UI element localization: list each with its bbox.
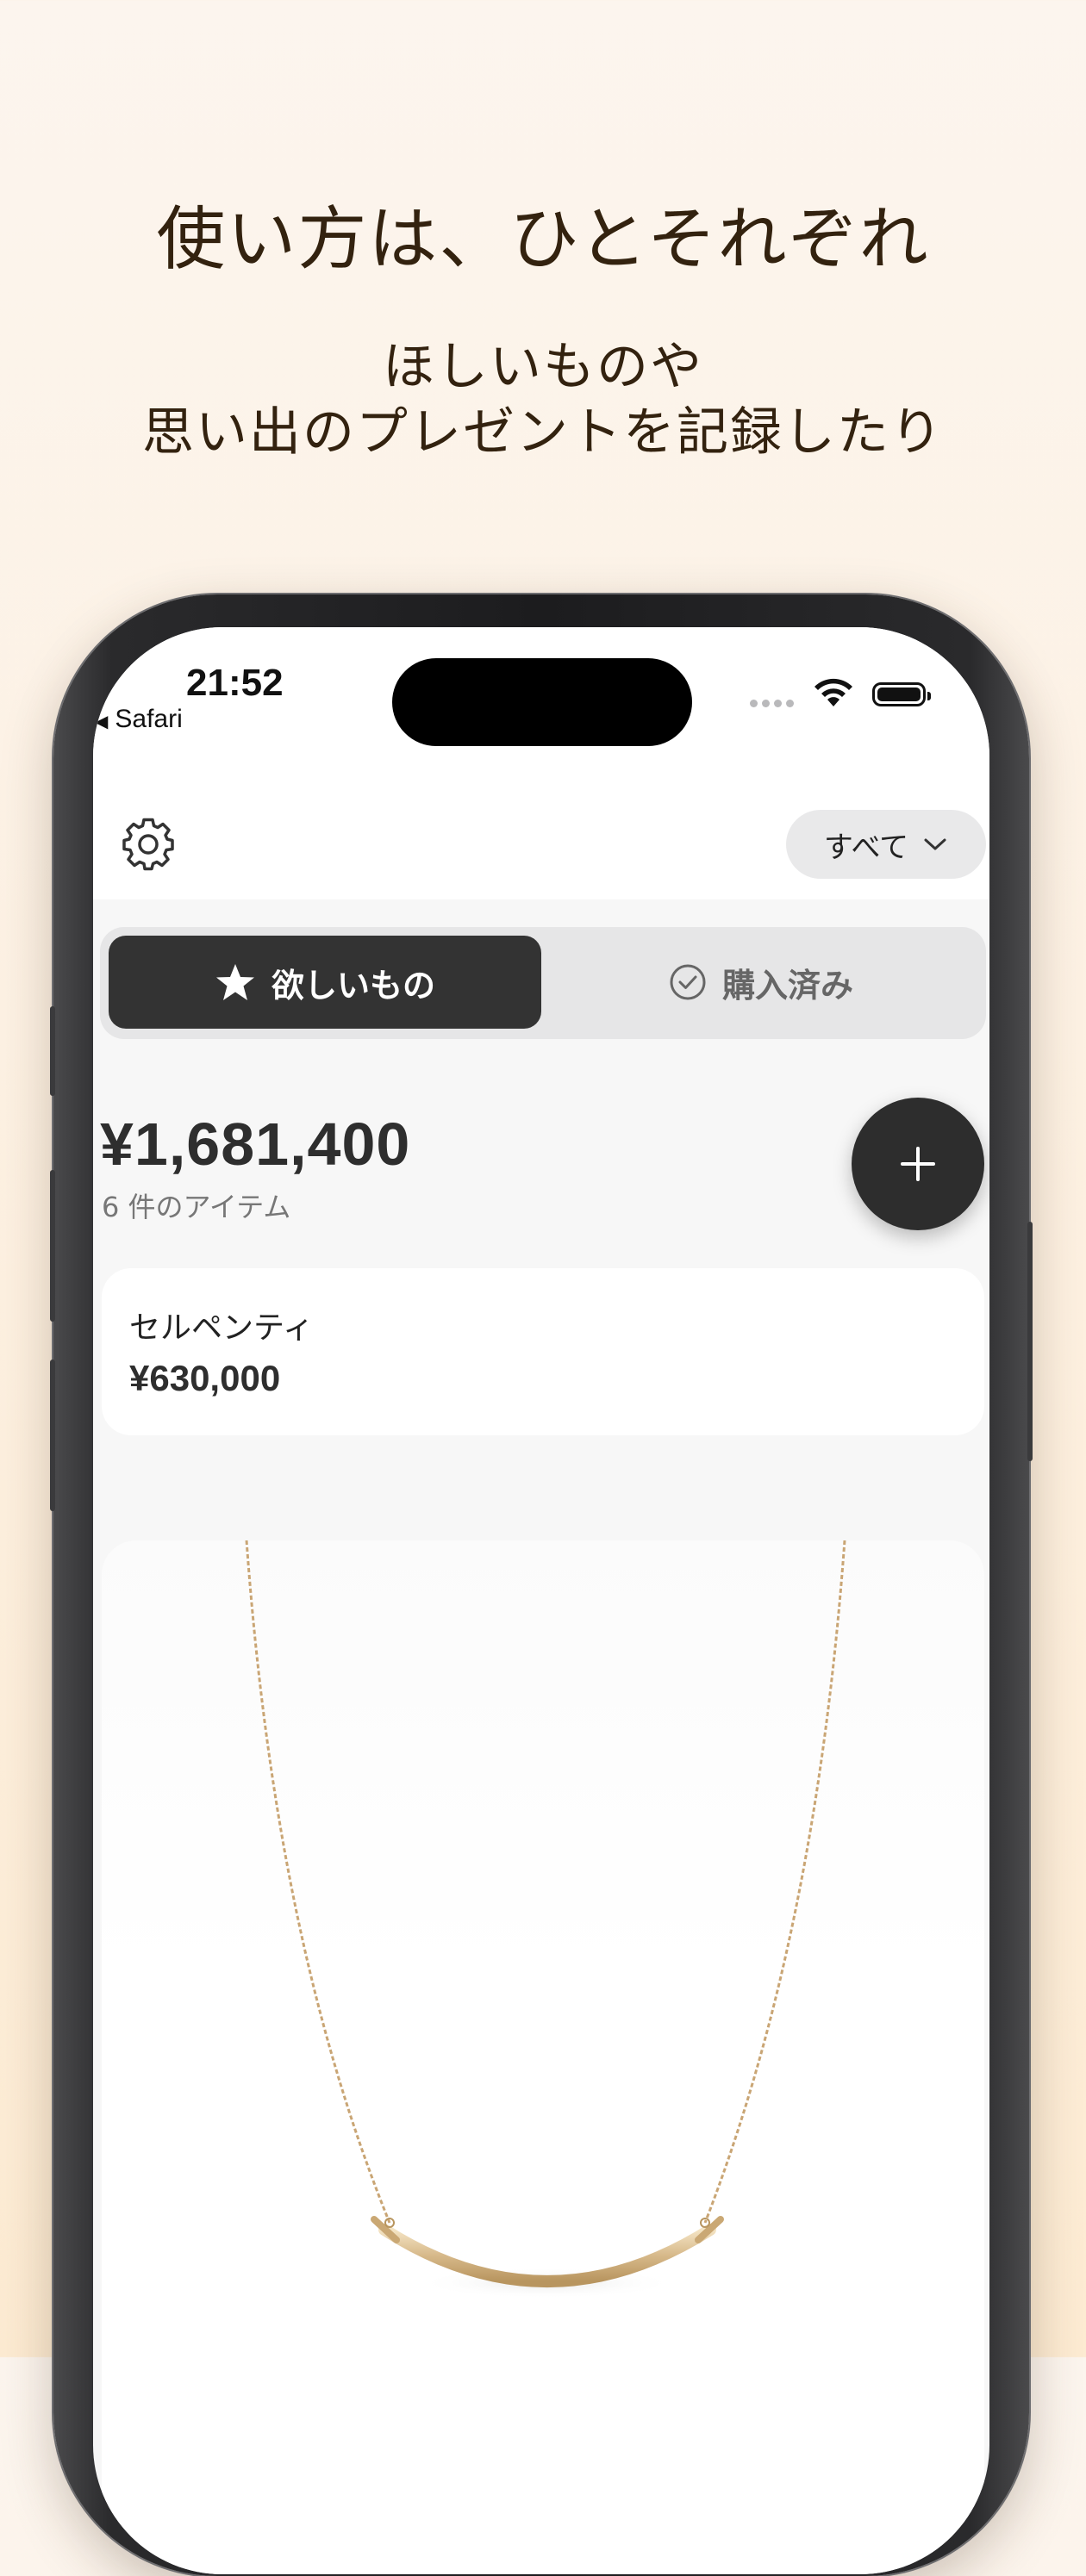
battery-icon [872, 682, 931, 706]
tab-wishlist[interactable]: 欲しいもの [109, 936, 541, 1029]
chevron-down-icon [924, 838, 946, 850]
item-title: セルペンティ [129, 1310, 314, 1346]
item-count: 6 件のアイテム [102, 1191, 291, 1223]
promo-headline: 使い方は、ひとそれぞれ [156, 199, 930, 279]
back-triangle-icon: ◀ [95, 712, 109, 731]
cellular-signal-icon [750, 700, 794, 707]
volume-up-button [50, 1170, 55, 1322]
tab-purchased[interactable]: 購入済み [545, 936, 977, 1029]
wishlist-purchased-segmented-control: 欲しいもの 購入済み [100, 927, 986, 1039]
filter-dropdown-button[interactable]: すべて [786, 810, 986, 879]
back-app-label: Safari [115, 705, 183, 733]
gear-icon[interactable] [121, 817, 176, 872]
item-price: ¥630,000 [129, 1358, 281, 1398]
gold-necklace-image [245, 1540, 846, 2299]
navigation-bar: すべて [93, 791, 989, 899]
check-circle-icon [670, 964, 706, 1000]
status-time: 21:52 [186, 662, 284, 704]
app-screen: 21:52 ◀ Safari すべて 欲しいもの 購入済み ¥1,681,400… [93, 627, 989, 2574]
star-icon [215, 964, 254, 1000]
plus-icon [901, 1147, 935, 1181]
tab-purchased-label: 購入済み [721, 966, 853, 1005]
promo-subline-line-2: 思い出のプレゼントを記録したり [142, 402, 944, 463]
power-button [1027, 1222, 1033, 1461]
filter-label: すべて [823, 830, 909, 865]
battery-fill [877, 688, 921, 701]
promo-subline-line-1: ほしいものや [383, 337, 703, 397]
tab-wishlist-label: 欲しいもの [271, 966, 435, 1005]
back-to-app-link[interactable]: ◀ Safari [95, 705, 183, 734]
dynamic-island [392, 658, 692, 746]
total-price: ¥1,681,400 [100, 1111, 411, 1178]
product-image-card[interactable] [102, 1540, 984, 2574]
action-button [50, 1006, 55, 1096]
wifi-icon [814, 678, 852, 706]
volume-down-button [50, 1360, 55, 1511]
list-item[interactable]: セルペンティ ¥630,000 [102, 1268, 984, 1435]
phone-frame: 21:52 ◀ Safari すべて 欲しいもの 購入済み ¥1,681,400… [50, 594, 1033, 2576]
promo-subline: ほしいものや 思い出のプレゼントを記録したり [0, 334, 1086, 465]
status-bar: 21:52 ◀ Safari [93, 627, 989, 791]
add-item-button[interactable] [852, 1098, 984, 1230]
